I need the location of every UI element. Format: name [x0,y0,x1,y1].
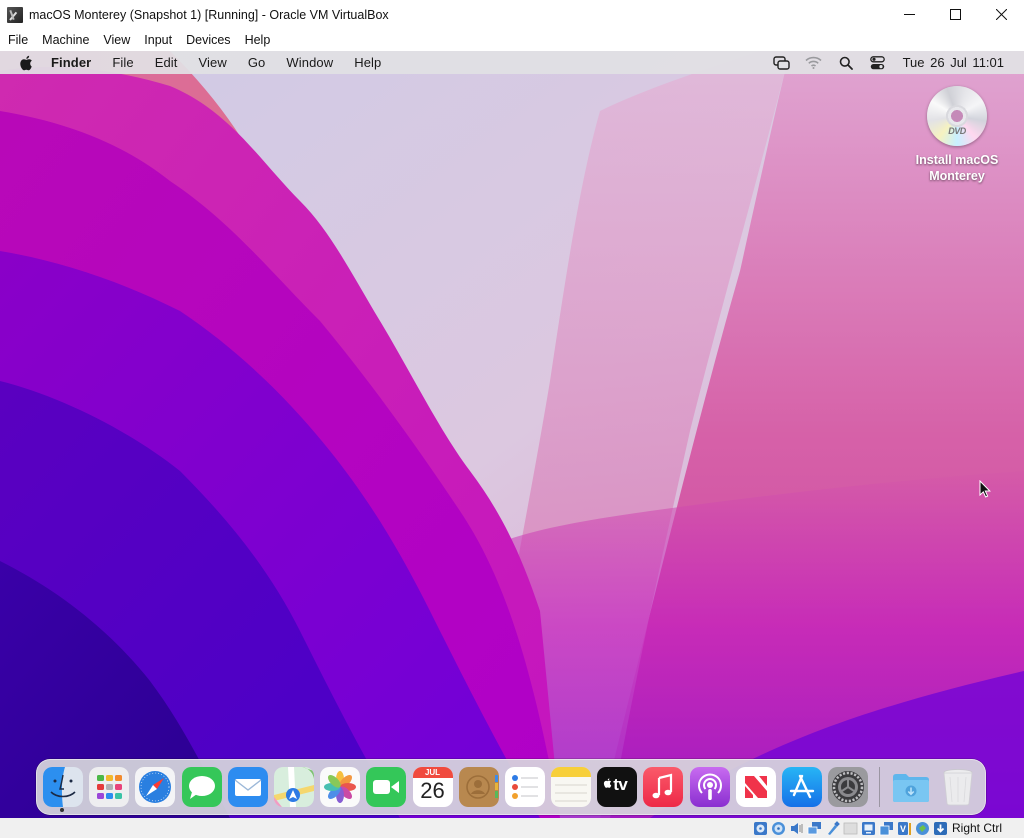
desktop-icon-label-line1: Install macOS [915,153,999,167]
maximize-button[interactable] [932,0,978,29]
dock-app-calendar[interactable]: JUL 26 [412,767,453,807]
virtualization-icon[interactable]: V [897,821,912,836]
vbox-menu-input[interactable]: Input [144,33,172,47]
mouse-integration-icon[interactable] [915,821,930,836]
dock-separator [879,767,881,807]
vbox-menu-view[interactable]: View [103,33,130,47]
mac-menu-help[interactable]: Help [354,55,381,70]
maps-icon [273,767,314,807]
menubar-clock[interactable]: Tue 26 Jul 11:01 [903,55,1004,70]
mac-menubar: Finder File Edit View Go Window Help Tue… [0,51,1024,74]
photos-icon [320,767,361,807]
dock-app-news[interactable] [735,767,776,807]
dock-app-launchpad[interactable] [89,767,130,807]
safari-icon [135,767,176,807]
contacts-icon [458,767,499,807]
calendar-month: JUL [412,767,453,778]
display-icon[interactable] [861,821,876,836]
desktop-wallpaper[interactable] [0,51,1024,818]
svg-text:V: V [900,824,906,834]
dock-app-maps[interactable] [273,767,314,807]
mac-menu-go[interactable]: Go [248,55,266,70]
system-preferences-icon [828,767,869,807]
reminders-icon [504,767,545,807]
virtualbox-app-icon [7,6,23,23]
screen-mirroring-icon[interactable] [773,55,791,71]
dock-app-tv[interactable]: tv [597,767,638,807]
keyboard-capture-icon[interactable] [933,821,948,836]
mac-menu-edit[interactable]: Edit [155,55,178,70]
finder-icon [43,767,83,807]
shared-folders-icon[interactable] [843,821,858,836]
finder-running-indicator [60,808,64,812]
vbox-statusbar: V Right Ctrl [0,818,1024,838]
close-icon [995,9,1007,20]
mac-menu-file[interactable]: File [112,55,133,70]
dock-app-safari[interactable] [135,767,176,807]
minimize-button[interactable] [886,0,932,29]
mail-icon [227,767,268,807]
dock-stack-trash[interactable] [938,767,978,807]
dock-app-reminders[interactable] [504,767,545,807]
news-icon [735,767,776,807]
mouse-cursor-icon [979,480,991,498]
usb-icon[interactable] [825,820,840,836]
launchpad-icon [89,767,130,807]
network-icon[interactable] [807,821,822,836]
dock-app-system-preferences[interactable] [828,767,869,807]
dock-app-notes[interactable] [551,767,592,807]
hard-disk-icon[interactable] [753,821,768,836]
vbox-menubar: File Machine View Input Devices Help [0,29,1024,51]
minimize-icon [903,14,915,15]
video-capture-icon[interactable] [879,821,894,836]
wifi-icon[interactable] [805,55,823,71]
trash-icon [943,769,973,806]
vbox-menu-help[interactable]: Help [245,33,271,47]
downloads-folder-icon [893,774,930,802]
desktop-icon-label-line2: Monterey [929,169,985,183]
calendar-day: 26 [420,778,445,803]
vm-screen[interactable]: Finder File Edit View Go Window Help Tue… [0,51,1024,818]
host-key-label: Right Ctrl [951,821,1002,835]
spotlight-search-icon[interactable] [837,55,855,71]
dock-app-podcasts[interactable] [689,767,730,807]
dock: JUL 26 tv [36,759,986,815]
menubar-status-area: Tue 26 Jul 11:01 [773,51,1024,74]
dock-app-contacts[interactable] [458,767,499,807]
app-store-icon [782,767,822,807]
vbox-menu-file[interactable]: File [8,33,28,47]
mac-menu-window[interactable]: Window [286,55,333,70]
mac-menu-finder[interactable]: Finder [51,55,91,70]
dvd-icon: DVD [927,86,987,146]
window-title: macOS Monterey (Snapshot 1) [Running] - … [29,7,389,22]
podcasts-icon [689,767,730,807]
messages-icon [181,767,222,807]
dock-app-messages[interactable] [181,767,222,807]
dock-app-music[interactable] [643,767,684,807]
dock-app-app-store[interactable] [782,767,822,807]
maximize-icon [949,9,961,20]
facetime-icon [366,767,407,807]
window-titlebar: macOS Monterey (Snapshot 1) [Running] - … [0,0,1024,29]
vbox-menu-devices[interactable]: Devices [186,33,230,47]
dock-app-mail[interactable] [227,767,268,807]
dock-app-photos[interactable] [320,767,361,807]
desktop-icon-label: Install macOS Monterey [916,152,999,184]
control-center-icon[interactable] [869,55,887,71]
audio-icon[interactable] [789,821,804,836]
notes-icon [551,767,592,807]
apple-icon[interactable] [19,55,33,71]
music-icon [643,767,684,807]
optical-drive-icon[interactable] [771,821,786,836]
dock-stack-downloads[interactable] [891,767,931,807]
vbox-menu-machine[interactable]: Machine [42,33,89,47]
window-controls [886,0,1024,29]
dock-app-finder[interactable] [43,767,83,807]
dock-app-facetime[interactable] [366,767,407,807]
tv-text: tv [613,775,628,794]
close-button[interactable] [978,0,1024,29]
mac-menu-view[interactable]: View [199,55,227,70]
dvd-disc-text: DVD [948,126,966,136]
desktop-icon-install-macos[interactable]: DVD Install macOS Monterey [902,86,1012,184]
